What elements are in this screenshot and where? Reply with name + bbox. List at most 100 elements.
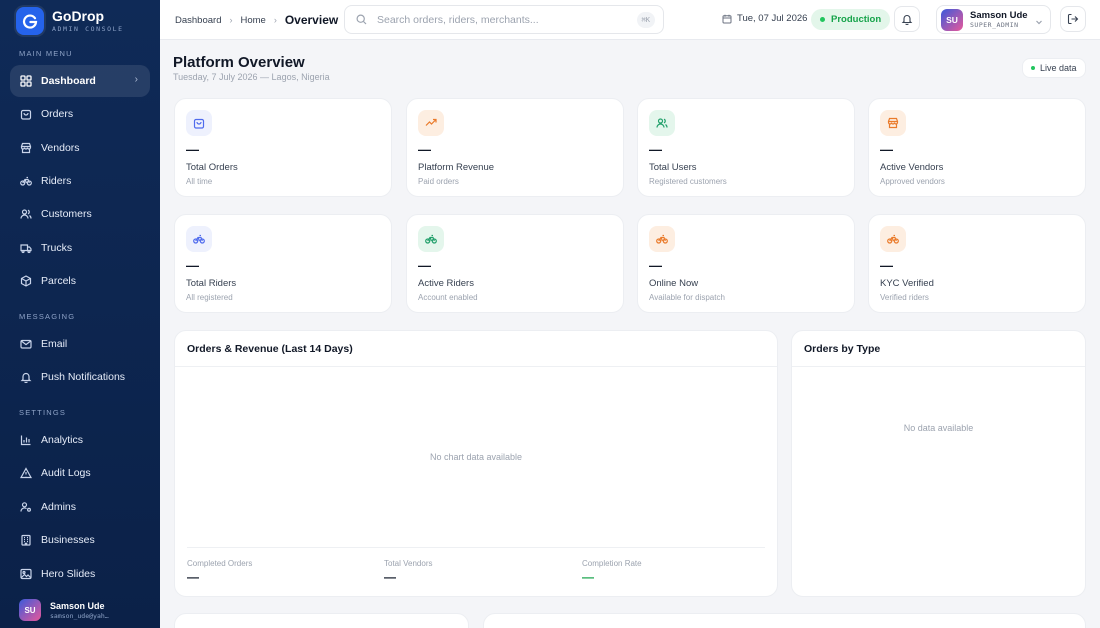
panel-title: Orders by Type [804,343,881,355]
bar-chart-icon [20,434,32,446]
users-icon [20,208,32,220]
sidebar-item-label: Admins [41,501,77,513]
divider [187,547,765,548]
bag-icon [20,108,32,120]
sidebar-item-label: Vendors [41,142,80,154]
stat-sublabel: Available for dispatch [649,293,725,302]
stat-card-total-users[interactable]: — Total Users Registered customers [637,98,855,197]
page-title: Platform Overview [173,54,305,71]
bike-icon [186,226,212,252]
stat-card-total-orders[interactable]: — Total Orders All time [174,98,392,197]
calendar-icon [722,14,732,24]
stat-value: — [649,142,662,157]
stat-value: — [418,142,431,157]
logout-icon [1067,13,1079,25]
stat-label: Total Orders [186,162,238,173]
stat-label: KYC Verified [880,278,934,289]
bag-icon [186,110,212,136]
sidebar-item-label: Riders [41,175,72,187]
chevron-right-icon: › [273,15,277,25]
sidebar-item-label: Email [41,338,68,350]
mail-icon [20,338,32,350]
stat-card-platform-revenue[interactable]: — Platform Revenue Paid orders [406,98,624,197]
orders-by-type-panel: Orders by Type No data available [791,330,1086,597]
stat-label: Active Vendors [880,162,944,173]
sidebar-user[interactable]: SU Samson Ude samson_ude@yah… [19,599,109,621]
stat-label: Platform Revenue [418,162,495,173]
stat-label: Online Now [649,278,699,289]
sidebar-item-orders[interactable]: Orders [10,98,150,130]
footer-value-completed-orders: — [187,570,199,584]
logout-button[interactable] [1060,6,1086,32]
sidebar-item-label: Audit Logs [41,467,91,479]
footer-value-completion-rate: — [582,570,594,584]
divider [792,366,1085,367]
truck-icon [20,242,32,254]
sidebar-item-parcels[interactable]: Parcels [10,265,150,297]
live-data-label: Live data [1040,63,1077,73]
orders-revenue-panel: Orders & Revenue (Last 14 Days) No chart… [174,330,778,597]
sidebar: GoDrop ADMIN CONSOLE MAIN MENU Dashboard… [0,0,160,628]
stat-sublabel: Verified riders [880,293,929,302]
search-icon [356,14,367,25]
section-label-main: MAIN MENU [19,49,73,58]
store-icon [20,142,32,154]
stat-sublabel: Approved vendors [880,177,945,186]
sidebar-item-label: Dashboard [41,75,96,87]
bike-icon [649,226,675,252]
stat-value: — [186,258,199,273]
sidebar-item-admins[interactable]: Admins [10,491,150,523]
sidebar-item-trucks[interactable]: Trucks [10,232,150,264]
status-dot [820,17,825,22]
sidebar-item-customers[interactable]: Customers [10,198,150,230]
stat-card-active-riders[interactable]: — Active Riders Account enabled [406,214,624,313]
trending-up-icon [418,110,444,136]
date-text: Tue, 07 Jul 2026 [737,13,808,24]
stat-label: Total Users [649,162,697,173]
brand-subtitle: ADMIN CONSOLE [52,24,124,33]
notifications-button[interactable] [894,6,920,32]
sidebar-item-email[interactable]: Email [10,328,150,360]
sidebar-item-dashboard[interactable]: Dashboard › [10,65,150,97]
chevron-right-icon: › [229,15,233,25]
bike-icon [880,226,906,252]
panel-title: Orders & Revenue (Last 14 Days) [187,343,353,355]
status-dot [1031,66,1035,70]
sidebar-item-vendors[interactable]: Vendors [10,132,150,164]
sidebar-item-audit-logs[interactable]: Audit Logs [10,457,150,489]
user-cog-icon [20,501,32,513]
lower-panel-right [483,613,1086,628]
stat-label: Active Riders [418,278,474,289]
sidebar-item-analytics[interactable]: Analytics [10,424,150,456]
sidebar-item-riders[interactable]: Riders [10,165,150,197]
sidebar-item-label: Parcels [41,275,77,287]
sidebar-item-hero-slides[interactable]: Hero Slides [10,558,150,590]
user-menu[interactable]: SU Samson Ude SUPER_ADMIN [936,5,1051,34]
sidebar-item-businesses[interactable]: Businesses [10,524,150,556]
sidebar-item-push-notifications[interactable]: Push Notifications [10,361,150,393]
grid-icon [20,75,32,87]
brand[interactable]: GoDrop ADMIN CONSOLE [16,3,160,39]
stat-card-online-now[interactable]: — Online Now Available for dispatch [637,214,855,313]
breadcrumb-dashboard[interactable]: Dashboard [175,15,221,26]
godrop-logo-icon [16,7,44,35]
search-shortcut: ⌘K [636,12,655,28]
sidebar-item-label: Trucks [41,242,73,254]
live-data-badge[interactable]: Live data [1022,58,1086,78]
footer-value-total-vendors: — [384,570,396,584]
divider [175,366,777,367]
search-input[interactable] [377,13,617,26]
building-icon [20,534,32,546]
current-date: Tue, 07 Jul 2026 [722,13,807,24]
footer-label-completed-orders: Completed Orders [187,559,253,568]
top-bar: Dashboard › Home › Overview ⌘K Tue, 07 J… [160,0,1100,40]
stat-label: Total Riders [186,278,237,289]
breadcrumb-home[interactable]: Home [240,15,265,26]
stat-card-active-vendors[interactable]: — Active Vendors Approved vendors [868,98,1086,197]
stat-card-kyc-verified[interactable]: — KYC Verified Verified riders [868,214,1086,313]
stat-card-total-riders[interactable]: — Total Riders All registered [174,214,392,313]
environment-badge[interactable]: Production [811,9,891,30]
stat-value: — [880,142,893,157]
bike-icon [418,226,444,252]
footer-label-completion-rate: Completion Rate [582,559,642,568]
